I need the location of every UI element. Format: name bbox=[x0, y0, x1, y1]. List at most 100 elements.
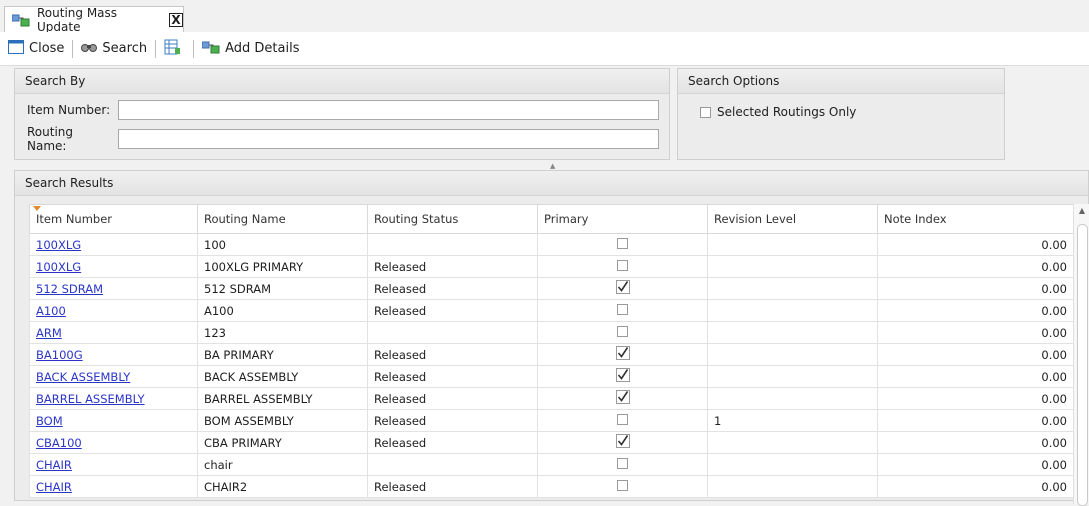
cell-note-index[interactable]: 0.00 bbox=[877, 387, 1074, 410]
primary-checkbox[interactable] bbox=[617, 457, 628, 469]
primary-checkbox[interactable] bbox=[615, 434, 630, 448]
cell-routing-name[interactable]: CHAIR2 bbox=[197, 475, 368, 498]
cell-revision-level[interactable]: 1 bbox=[707, 409, 878, 432]
scroll-up-icon[interactable]: ▲ bbox=[1074, 204, 1089, 218]
cell-routing-status[interactable] bbox=[367, 233, 538, 256]
item-number-link[interactable]: 512 SDRAM bbox=[36, 282, 103, 296]
cell-revision-level[interactable] bbox=[707, 277, 878, 300]
col-header-revision-level[interactable]: Revision Level bbox=[707, 204, 878, 234]
close-button[interactable]: Close bbox=[8, 39, 64, 58]
table-row[interactable]: 512 SDRAM 512 SDRAM Released 0.00 bbox=[29, 277, 1074, 300]
item-number-link[interactable]: CHAIR bbox=[36, 480, 72, 494]
cell-routing-name[interactable]: BARREL ASSEMBLY bbox=[197, 387, 368, 410]
cell-note-index[interactable]: 0.00 bbox=[877, 233, 1074, 256]
table-row[interactable]: CHAIR CHAIR2 Released 0.00 bbox=[29, 475, 1074, 498]
cell-routing-status[interactable]: Released bbox=[367, 431, 538, 454]
primary-checkbox[interactable] bbox=[617, 259, 628, 271]
primary-checkbox[interactable] bbox=[615, 346, 630, 360]
primary-checkbox[interactable] bbox=[617, 237, 628, 249]
table-row[interactable]: 100XLG 100XLG PRIMARY Released 0.00 bbox=[29, 255, 1074, 278]
cell-note-index[interactable]: 0.00 bbox=[877, 277, 1074, 300]
cell-note-index[interactable]: 0.00 bbox=[877, 409, 1074, 432]
scroll-thumb[interactable] bbox=[1077, 224, 1088, 506]
item-number-link[interactable]: BACK ASSEMBLY bbox=[36, 370, 130, 384]
item-number-link[interactable]: BOM bbox=[36, 414, 63, 428]
primary-checkbox[interactable] bbox=[615, 368, 630, 382]
vertical-scrollbar[interactable]: ▲ bbox=[1073, 204, 1089, 506]
cell-revision-level[interactable] bbox=[707, 453, 878, 476]
tab-close-button[interactable]: X bbox=[169, 12, 183, 27]
cell-routing-name[interactable]: 100 bbox=[197, 233, 368, 256]
cell-routing-status[interactable] bbox=[367, 453, 538, 476]
cell-routing-status[interactable]: Released bbox=[367, 365, 538, 388]
cell-routing-name[interactable]: 100XLG PRIMARY bbox=[197, 255, 368, 278]
tab-routing-mass-update[interactable]: Routing Mass Update X bbox=[4, 6, 184, 34]
col-header-routing-status[interactable]: Routing Status bbox=[367, 204, 538, 234]
routing-name-input[interactable] bbox=[118, 129, 659, 149]
cell-routing-name[interactable]: 512 SDRAM bbox=[197, 277, 368, 300]
cell-routing-status[interactable]: Released bbox=[367, 387, 538, 410]
table-row[interactable]: CBA100 CBA PRIMARY Released 0.00 bbox=[29, 431, 1074, 454]
col-header-item-number[interactable]: Item Number bbox=[29, 204, 198, 234]
cell-note-index[interactable]: 0.00 bbox=[877, 255, 1074, 278]
cell-routing-status[interactable]: Released bbox=[367, 277, 538, 300]
item-number-input[interactable] bbox=[118, 100, 659, 120]
item-number-link[interactable]: 100XLG bbox=[36, 260, 81, 274]
item-number-link[interactable]: A100 bbox=[36, 304, 66, 318]
table-row[interactable]: A100 A100 Released 0.00 bbox=[29, 299, 1074, 322]
cell-revision-level[interactable] bbox=[707, 387, 878, 410]
cell-routing-status[interactable]: Released bbox=[367, 409, 538, 432]
item-number-link[interactable]: ARM bbox=[36, 326, 62, 340]
cell-routing-name[interactable]: 123 bbox=[197, 321, 368, 344]
cell-note-index[interactable]: 0.00 bbox=[877, 431, 1074, 454]
cell-routing-name[interactable]: BACK ASSEMBLY bbox=[197, 365, 368, 388]
cell-routing-name[interactable]: BA PRIMARY bbox=[197, 343, 368, 366]
cell-revision-level[interactable] bbox=[707, 343, 878, 366]
selected-routings-only-checkbox[interactable] bbox=[700, 106, 711, 118]
table-row[interactable]: 100XLG 100 0.00 bbox=[29, 233, 1074, 256]
cell-routing-status[interactable]: Released bbox=[367, 475, 538, 498]
table-row[interactable]: BOM BOM ASSEMBLY Released 1 0.00 bbox=[29, 409, 1074, 432]
col-header-note-index[interactable]: Note Index bbox=[877, 204, 1074, 234]
table-row[interactable]: BA100G BA PRIMARY Released 0.00 bbox=[29, 343, 1074, 366]
cell-note-index[interactable]: 0.00 bbox=[877, 453, 1074, 476]
cell-revision-level[interactable] bbox=[707, 299, 878, 322]
add-details-button[interactable]: Add Details bbox=[201, 40, 299, 58]
primary-checkbox[interactable] bbox=[615, 280, 630, 294]
cell-revision-level[interactable] bbox=[707, 365, 878, 388]
primary-checkbox[interactable] bbox=[617, 303, 628, 315]
table-row[interactable]: CHAIR chair 0.00 bbox=[29, 453, 1074, 476]
cell-routing-status[interactable]: Released bbox=[367, 299, 538, 322]
cell-revision-level[interactable] bbox=[707, 431, 878, 454]
primary-checkbox[interactable] bbox=[615, 390, 630, 404]
collapse-up-icon[interactable]: ▲ bbox=[550, 162, 555, 170]
cell-revision-level[interactable] bbox=[707, 255, 878, 278]
cell-routing-status[interactable]: Released bbox=[367, 343, 538, 366]
cell-routing-status[interactable] bbox=[367, 321, 538, 344]
item-number-link[interactable]: BA100G bbox=[36, 348, 83, 362]
cell-note-index[interactable]: 0.00 bbox=[877, 299, 1074, 322]
primary-checkbox[interactable] bbox=[617, 413, 628, 425]
col-header-routing-name[interactable]: Routing Name bbox=[197, 204, 368, 234]
cell-revision-level[interactable] bbox=[707, 233, 878, 256]
cell-note-index[interactable]: 0.00 bbox=[877, 343, 1074, 366]
search-button[interactable]: Search bbox=[81, 40, 147, 58]
item-number-link[interactable]: CBA100 bbox=[36, 436, 82, 450]
cell-routing-name[interactable]: A100 bbox=[197, 299, 368, 322]
cell-note-index[interactable]: 0.00 bbox=[877, 365, 1074, 388]
item-number-link[interactable]: 100XLG bbox=[36, 238, 81, 252]
cell-note-index[interactable]: 0.00 bbox=[877, 321, 1074, 344]
table-row[interactable]: BARREL ASSEMBLY BARREL ASSEMBLY Released 0.… bbox=[29, 387, 1074, 410]
cell-routing-name[interactable]: CBA PRIMARY bbox=[197, 431, 368, 454]
cell-revision-level[interactable] bbox=[707, 475, 878, 498]
table-row[interactable]: BACK ASSEMBLY BACK ASSEMBLY Released 0.00 bbox=[29, 365, 1074, 388]
column-chooser-button[interactable] bbox=[164, 39, 185, 59]
item-number-link[interactable]: BARREL ASSEMBLY bbox=[36, 392, 145, 406]
cell-routing-status[interactable]: Released bbox=[367, 255, 538, 278]
item-number-link[interactable]: CHAIR bbox=[36, 458, 72, 472]
cell-revision-level[interactable] bbox=[707, 321, 878, 344]
cell-note-index[interactable]: 0.00 bbox=[877, 475, 1074, 498]
col-header-primary[interactable]: Primary bbox=[537, 204, 708, 234]
cell-routing-name[interactable]: BOM ASSEMBLY bbox=[197, 409, 368, 432]
cell-routing-name[interactable]: chair bbox=[197, 453, 368, 476]
